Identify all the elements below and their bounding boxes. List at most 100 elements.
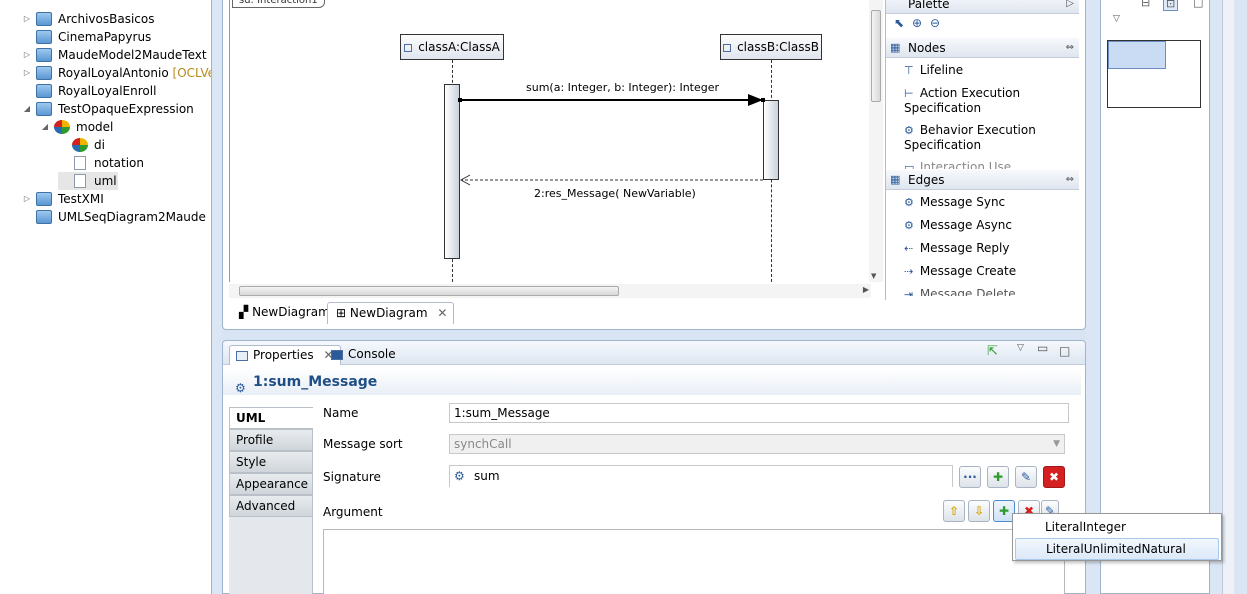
add-signature-button[interactable]: ✚ bbox=[987, 466, 1009, 488]
project-explorer: ▷ ArchivosBasicos CinemaPapyrus ▷ MaudeM… bbox=[0, 0, 212, 594]
tab-properties[interactable]: Properties ✕ bbox=[229, 345, 341, 365]
palette-tool-action-execution[interactable]: ⊢ Action Execution Specification bbox=[904, 86, 1064, 116]
tree-item-label: RoyalLoyalEnroll bbox=[58, 84, 157, 98]
tree-item-label: di bbox=[94, 138, 105, 152]
collapse-arrow-icon[interactable]: ◢ bbox=[40, 118, 50, 136]
view-menu-icon[interactable]: ▽ bbox=[1017, 343, 1024, 353]
sync-message-label[interactable]: sum(a: Integer, b: Integer): Integer bbox=[526, 81, 719, 94]
close-tab-icon[interactable]: ✕ bbox=[437, 306, 447, 320]
sash[interactable] bbox=[1086, 0, 1100, 594]
sidetab-uml[interactable]: UML bbox=[229, 407, 313, 429]
action-execution-icon: ⊢ bbox=[904, 87, 914, 100]
outline-tree-icon[interactable]: ⊟ bbox=[1141, 0, 1150, 9]
signature-field[interactable]: ⚙ sum bbox=[449, 465, 953, 487]
palette-tool-behavior-execution[interactable]: ⚙ Behavior Execution Specification bbox=[904, 123, 1064, 153]
zoom-in-icon[interactable]: ⊕ bbox=[912, 16, 922, 30]
diagram-canvas[interactable]: sd: Interaction1 classA:ClassA classB:Cl… bbox=[229, 0, 877, 282]
project-folder-icon bbox=[36, 66, 52, 80]
tab-label: Console bbox=[348, 347, 396, 361]
reply-message-label[interactable]: 2:res_Message( NewVariable) bbox=[534, 187, 696, 200]
expand-arrow-icon[interactable]: ▷ bbox=[22, 10, 32, 28]
menu-item-literal-unlimited-natural[interactable]: LiteralUnlimitedNatural bbox=[1015, 538, 1219, 560]
palette-tool-lifeline[interactable]: ⊤ Lifeline bbox=[904, 63, 963, 77]
expand-arrow-icon[interactable]: ▷ bbox=[22, 190, 32, 208]
maximize-icon[interactable]: □ bbox=[1059, 344, 1070, 358]
edit-signature-button[interactable]: ✎ bbox=[1015, 466, 1037, 488]
signature-label: Signature bbox=[323, 470, 381, 484]
expand-arrow-icon[interactable]: ▷ bbox=[22, 64, 32, 82]
outline-overview-icon[interactable]: ⊡ bbox=[1163, 0, 1179, 11]
editor-tab-newdiagram-2[interactable]: ⊞ NewDiagram ✕ bbox=[327, 302, 455, 324]
tree-item-uml[interactable]: uml bbox=[58, 172, 118, 190]
message-async-icon: ⚙ bbox=[904, 219, 914, 232]
properties-tabbar: Properties ✕ Console ⇱ ▽ ▭ □ bbox=[223, 341, 1085, 365]
palette-edges-drawer[interactable]: ▦ Edges ⇔ bbox=[886, 170, 1079, 190]
move-up-button[interactable]: ⇧ bbox=[943, 500, 965, 522]
palette-tool-message-reply[interactable]: ⇠ Message Reply bbox=[904, 241, 1009, 255]
canvas-horizontal-scrollbar[interactable]: ▶ bbox=[229, 284, 871, 298]
tab-label: Properties bbox=[253, 348, 314, 362]
collapse-arrow-icon[interactable]: ◢ bbox=[22, 100, 32, 118]
palette-nodes-title: Nodes bbox=[908, 41, 946, 55]
tree-item-label: notation bbox=[94, 156, 144, 170]
editor-tab-newdiagram-1[interactable]: ▞ NewDiagram bbox=[231, 302, 336, 324]
sidetab-appearance[interactable]: Appearance bbox=[229, 473, 313, 495]
canvas-vertical-scrollbar[interactable]: ▼ bbox=[869, 0, 883, 282]
scrollbar-thumb[interactable] bbox=[239, 286, 619, 296]
palette-tool-label: Message Async bbox=[919, 218, 1013, 232]
palette: Palette ▷ ⬉ ⊕ ⊖ ▦ Nodes ⇔ ⊤ Lifeline ⊢ A… bbox=[885, 0, 1079, 300]
select-tool-icon[interactable]: ⬉ bbox=[894, 16, 904, 30]
palette-tool-interaction-use[interactable]: ▭ Interaction Use bbox=[904, 160, 1011, 169]
sash[interactable] bbox=[213, 0, 222, 594]
properties-title: ⚙ 1:sum_Message bbox=[223, 369, 1081, 395]
palette-collapse-icon[interactable]: ▷ bbox=[1066, 0, 1074, 14]
palette-tool-label: Behavior Execution Specification bbox=[904, 123, 1036, 152]
minimize-icon[interactable]: ▭ bbox=[1037, 341, 1048, 355]
message-reply-icon: ⇠ bbox=[904, 242, 914, 255]
project-folder-icon bbox=[36, 84, 52, 98]
argument-list[interactable] bbox=[323, 529, 1065, 594]
browse-signature-button[interactable]: ··· bbox=[959, 466, 981, 488]
message-sort-value: synchCall bbox=[454, 437, 512, 451]
outline-menu-icon[interactable]: □ bbox=[1193, 0, 1203, 9]
message-handle[interactable] bbox=[458, 98, 462, 102]
palette-tool-message-delete[interactable]: ⇥ Message Delete bbox=[904, 287, 1016, 296]
sidetab-advanced[interactable]: Advanced bbox=[229, 495, 313, 517]
name-field[interactable]: 1:sum_Message bbox=[449, 403, 1069, 423]
message-sort-select[interactable]: synchCall ▼ bbox=[449, 434, 1065, 454]
outline-thumbnail[interactable] bbox=[1107, 40, 1201, 108]
outline-viewport[interactable] bbox=[1108, 41, 1166, 69]
scroll-down-icon[interactable]: ▼ bbox=[871, 272, 876, 280]
menu-item-literal-integer[interactable]: LiteralInteger bbox=[1015, 516, 1219, 538]
expand-arrow-icon[interactable]: ▷ bbox=[22, 46, 32, 64]
view-menu-icon[interactable]: ▽ bbox=[1113, 14, 1120, 24]
zoom-out-icon[interactable]: ⊖ bbox=[930, 16, 940, 30]
palette-toolbar: ⬉ ⊕ ⊖ bbox=[890, 16, 1076, 34]
tree-item-label: RoyalLoyalAntonio [OCLVer bbox=[58, 64, 211, 82]
palette-tool-message-create[interactable]: ⇢ Message Create bbox=[904, 264, 1016, 278]
chevron-down-icon: ▼ bbox=[1053, 439, 1060, 449]
palette-tool-label: Message Create bbox=[919, 264, 1017, 278]
lifeline-icon: ⊤ bbox=[904, 64, 914, 77]
tree-item-label: ArchivosBasicos bbox=[58, 12, 155, 26]
message-sync-icon: ⚙ bbox=[904, 196, 914, 209]
palette-nodes-drawer[interactable]: ▦ Nodes ⇔ bbox=[886, 38, 1079, 58]
tab-console[interactable]: Console bbox=[331, 345, 396, 365]
tree-item-label: uml bbox=[94, 174, 117, 188]
tree-item-text: MaudeModel2MaudeText bbox=[58, 48, 207, 62]
scrollbar-thumb[interactable] bbox=[871, 10, 881, 102]
message-handle[interactable] bbox=[761, 98, 765, 102]
palette-tool-message-sync[interactable]: ⚙ Message Sync bbox=[904, 195, 1005, 209]
move-down-button[interactable]: ⇩ bbox=[968, 500, 990, 522]
sidetab-profile[interactable]: Profile bbox=[229, 429, 313, 451]
vertical-scrollbar[interactable] bbox=[1222, 0, 1234, 594]
drawer-toggle-icon[interactable]: ⇔ bbox=[1066, 170, 1074, 190]
scroll-right-icon[interactable]: ▶ bbox=[863, 285, 869, 294]
palette-tool-message-async[interactable]: ⚙ Message Async bbox=[904, 218, 1012, 232]
sidetab-style[interactable]: Style bbox=[229, 451, 313, 473]
delete-signature-button[interactable]: ✖ bbox=[1043, 466, 1065, 488]
properties-view: Properties ✕ Console ⇱ ▽ ▭ □ ⚙ 1:sum_Mes… bbox=[222, 340, 1086, 594]
pin-view-icon[interactable]: ⇱ bbox=[987, 344, 998, 359]
drawer-toggle-icon[interactable]: ⇔ bbox=[1066, 38, 1074, 58]
project-folder-icon bbox=[36, 210, 52, 224]
